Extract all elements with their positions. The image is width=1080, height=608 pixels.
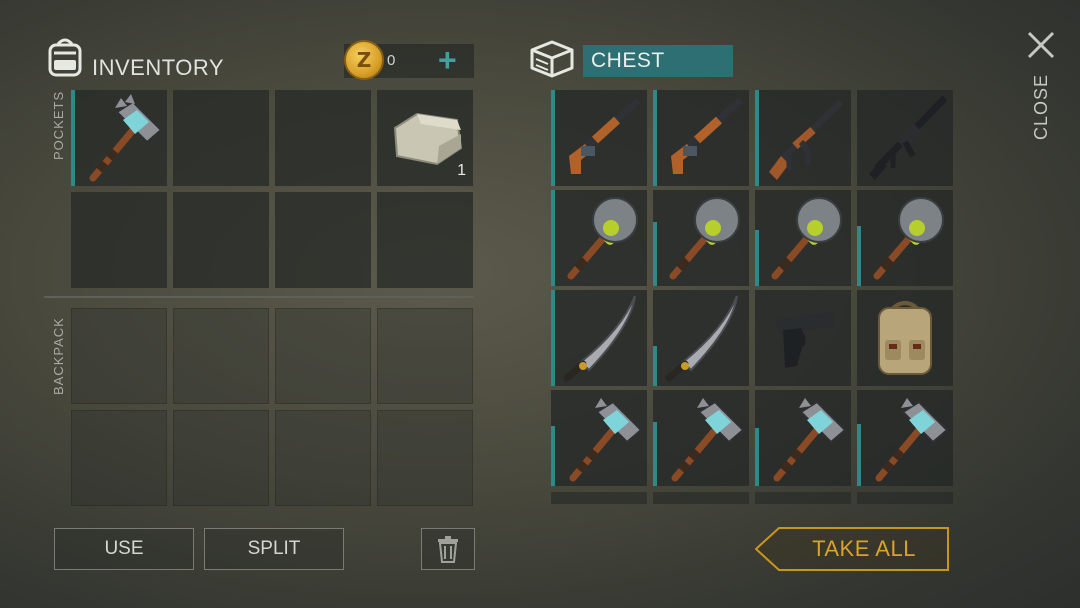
machete-icon	[563, 295, 636, 382]
inventory-title: INVENTORY	[92, 55, 225, 80]
backpack-slot[interactable]	[377, 410, 473, 506]
pocket-slot[interactable]	[275, 90, 371, 186]
pocket-slot[interactable]	[275, 192, 371, 288]
machete-icon	[665, 295, 738, 382]
pocket-slot[interactable]	[71, 192, 167, 288]
chest-slot[interactable]	[755, 90, 851, 186]
chest-slot[interactable]	[653, 390, 749, 486]
backpack-slot[interactable]	[275, 410, 371, 506]
hammer-icon	[89, 94, 163, 182]
chest-slot[interactable]	[755, 290, 851, 386]
spiked-club-icon	[669, 197, 740, 280]
chest-slot[interactable]	[551, 492, 647, 504]
hammer-icon	[875, 398, 949, 482]
chest-slot[interactable]	[653, 190, 749, 286]
shotgun-icon	[671, 97, 744, 174]
item-quantity: 1	[457, 162, 466, 179]
section-divider	[44, 296, 474, 298]
chest-slot[interactable]	[551, 290, 647, 386]
pockets-label: POCKETS	[51, 90, 66, 160]
backpack-slot[interactable]	[71, 410, 167, 506]
spiked-club-icon	[873, 197, 944, 280]
chest-slot[interactable]	[857, 190, 953, 286]
chest-slot[interactable]	[551, 90, 647, 186]
add-coins-button[interactable]: +	[438, 42, 457, 78]
spiked-club-icon	[567, 197, 638, 280]
use-button[interactable]: USE	[54, 528, 194, 570]
chest-slot[interactable]	[551, 190, 647, 286]
chest-slot[interactable]	[653, 290, 749, 386]
chest-title: CHEST	[583, 45, 733, 77]
chest-slot[interactable]	[755, 390, 851, 486]
close-icon[interactable]	[1026, 30, 1056, 60]
chest-slot[interactable]	[551, 390, 647, 486]
shotgun-icon	[569, 97, 642, 174]
chest-slot[interactable]	[755, 492, 851, 504]
chest-icon	[530, 40, 574, 78]
trash-icon	[438, 536, 458, 563]
split-button[interactable]: SPLIT	[204, 528, 344, 570]
pocket-slot[interactable]	[173, 192, 269, 288]
delete-button[interactable]	[421, 528, 475, 570]
pocket-slot[interactable]	[377, 192, 473, 288]
backpack-slot[interactable]	[173, 308, 269, 404]
pistol-icon	[775, 312, 835, 368]
hammer-icon	[569, 398, 643, 482]
pocket-slot[interactable]	[173, 90, 269, 186]
chest-slot[interactable]	[857, 492, 953, 504]
chest-slot[interactable]	[857, 390, 953, 486]
chest-slot[interactable]	[755, 190, 851, 286]
chest-slot[interactable]	[857, 90, 953, 186]
hammer-icon	[671, 398, 745, 482]
backpack-icon	[48, 38, 82, 77]
chest-slot[interactable]	[857, 290, 953, 386]
backpack-label: BACKPACK	[51, 317, 66, 395]
spiked-club-icon	[771, 197, 842, 280]
pocket-slot[interactable]	[71, 90, 167, 186]
backpack-slot[interactable]	[377, 308, 473, 404]
backpack-icon	[878, 301, 932, 375]
close-button[interactable]: CLOSE	[1031, 74, 1052, 140]
m16-rifle-icon	[869, 95, 948, 180]
take-all-button[interactable]: TAKE ALL	[755, 527, 949, 571]
backpack-slot[interactable]	[275, 308, 371, 404]
chest-slot[interactable]	[653, 90, 749, 186]
backpack-slot[interactable]	[71, 308, 167, 404]
backpack-slot[interactable]	[173, 410, 269, 506]
chest-slot[interactable]	[653, 492, 749, 504]
ak-rifle-icon	[769, 99, 844, 180]
pocket-slot[interactable]: 1	[377, 90, 473, 186]
take-all-label: TAKE ALL	[812, 536, 916, 561]
coin-icon: Z	[344, 40, 384, 80]
hammer-icon	[773, 398, 847, 482]
coin-count: 0	[387, 52, 396, 69]
